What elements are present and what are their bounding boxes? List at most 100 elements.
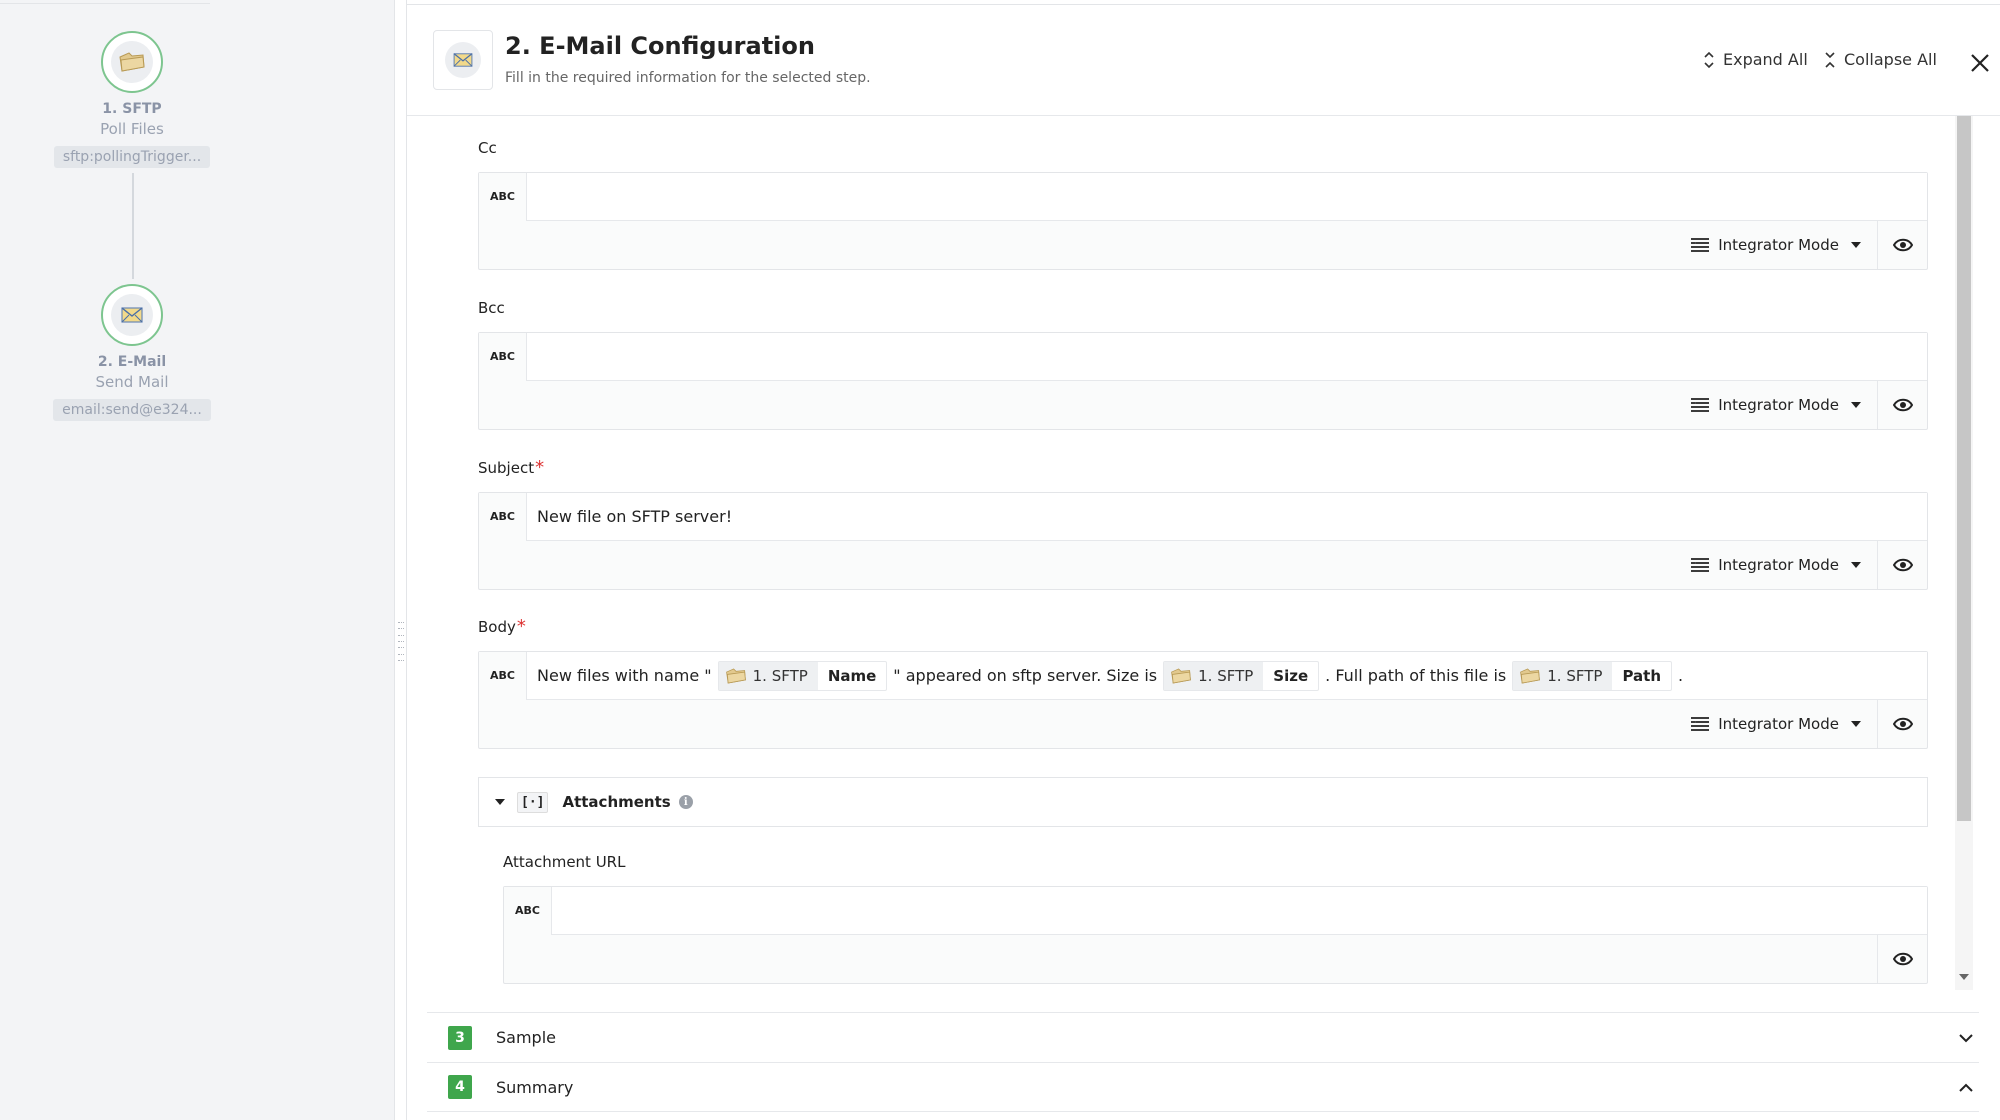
reference-source-label: 1. SFTP — [1198, 666, 1254, 685]
cc-label: Cc — [478, 139, 497, 157]
body-field: Body* ABC New files with name " 1. SFTP … — [478, 616, 1928, 749]
vertical-scrollbar[interactable] — [1955, 116, 1973, 990]
reference-source: 1. SFTP — [1513, 661, 1613, 690]
reference-key: Size — [1273, 666, 1309, 685]
scrollbar-thumb[interactable] — [1957, 116, 1971, 821]
step-number-badge: 4 — [448, 1075, 472, 1099]
mapping-reference-chip[interactable]: 1. SFTP Path — [1512, 660, 1673, 691]
preview-button[interactable] — [1877, 221, 1927, 269]
body-field-box: ABC New files with name " 1. SFTP Name "… — [478, 651, 1928, 749]
type-badge: ABC — [479, 172, 527, 221]
body-text-segment: New files with name " — [537, 666, 712, 685]
chevron-down-icon — [1851, 242, 1861, 248]
flow-node-sftp[interactable]: 1. SFTP Poll Files sftp:pollingTrigger..… — [32, 31, 232, 168]
attachments-group-header[interactable]: [·] Attachments i — [478, 777, 1928, 827]
reference-source-label: 1. SFTP — [1547, 666, 1603, 685]
flow-panel: 1. SFTP Poll Files sftp:pollingTrigger..… — [0, 0, 395, 1120]
integrator-mode-dropdown[interactable]: Integrator Mode — [1674, 396, 1877, 414]
mode-label: Integrator Mode — [1718, 236, 1839, 254]
section-sample[interactable]: 3 Sample — [427, 1012, 1979, 1062]
cc-input[interactable]: ABC — [479, 172, 1927, 221]
envelope-icon — [111, 294, 153, 336]
folder-icon — [1171, 667, 1191, 684]
section-summary[interactable]: 4 Summary — [427, 1062, 1979, 1112]
folder-icon — [1520, 667, 1541, 684]
preview-button[interactable] — [1877, 700, 1927, 748]
mapping-reference-chip[interactable]: 1. SFTP Size — [1163, 660, 1320, 691]
type-badge: ABC — [479, 651, 527, 700]
subject-input[interactable]: ABC New file on SFTP server! — [479, 492, 1927, 541]
chevron-down-icon[interactable] — [1957, 1029, 1975, 1047]
folder-icon — [111, 41, 153, 83]
flow-node-email[interactable]: 2. E-Mail Send Mail email:send@e324... — [32, 284, 232, 421]
chevron-down-icon — [1851, 562, 1861, 568]
collapse-icon — [1825, 51, 1835, 68]
eye-icon — [1892, 558, 1913, 572]
cc-field-box: ABC Integrator Mode — [478, 172, 1928, 270]
attachment-url-field-box: ABC — [503, 886, 1928, 984]
bcc-label: Bcc — [478, 299, 505, 317]
eye-icon — [1892, 952, 1913, 966]
attachments-title: Attachments — [562, 793, 671, 811]
subject-label: Subject* — [478, 457, 1928, 479]
list-lines-icon — [1691, 238, 1710, 252]
config-header: 2. E-Mail Configuration Fill in the requ… — [407, 8, 2000, 116]
body-text-segment: . Full path of this file is — [1325, 666, 1507, 685]
flow-connector-line — [132, 173, 134, 279]
integrator-mode-dropdown[interactable]: Integrator Mode — [1674, 715, 1877, 733]
eye-icon — [1892, 398, 1913, 412]
collapse-all-button[interactable]: Collapse All — [1824, 50, 1937, 69]
required-marker: * — [516, 616, 526, 637]
subject-tools: Integrator Mode — [1674, 541, 1927, 589]
type-badge: ABC — [479, 492, 527, 541]
expand-icon — [1704, 51, 1714, 68]
folder-icon — [725, 667, 746, 684]
mapping-reference-chip[interactable]: 1. SFTP Name — [717, 660, 888, 691]
preview-button[interactable] — [1877, 935, 1927, 983]
page-subtitle: Fill in the required information for the… — [505, 70, 871, 86]
list-lines-icon — [1691, 398, 1710, 412]
integrator-mode-dropdown[interactable]: Integrator Mode — [1674, 236, 1877, 254]
node-circle — [101, 31, 163, 93]
body-tools: Integrator Mode — [1674, 700, 1927, 748]
mode-label: Integrator Mode — [1718, 556, 1839, 574]
section-label: Summary — [496, 1077, 574, 1097]
subject-value: New file on SFTP server! — [537, 507, 733, 526]
mode-label: Integrator Mode — [1718, 715, 1839, 733]
reference-key: Path — [1622, 666, 1662, 685]
node-title: 1. SFTP — [102, 101, 162, 117]
top-divider — [407, 4, 2000, 5]
caret-down-icon[interactable] — [495, 799, 505, 805]
flow-panel-top-edge — [0, 0, 210, 4]
config-scroll-area[interactable]: Cc ABC Integrator Mode Bcc ABC Integrato… — [407, 116, 2000, 990]
reference-key: Name — [827, 666, 877, 685]
info-icon[interactable]: i — [678, 795, 693, 809]
required-marker: * — [535, 457, 545, 478]
subject-label-text: Subject — [478, 459, 535, 477]
subject-field: Subject* ABC New file on SFTP server! In… — [478, 457, 1928, 590]
cc-tools: Integrator Mode — [1674, 221, 1927, 269]
integrator-mode-dropdown[interactable]: Integrator Mode — [1674, 556, 1877, 574]
config-panel: 2. E-Mail Configuration Fill in the requ… — [406, 0, 2000, 1120]
bcc-field: Bcc ABC Integrator Mode — [478, 299, 1928, 430]
bcc-input[interactable]: ABC — [479, 332, 1927, 381]
preview-button[interactable] — [1877, 381, 1927, 429]
step-icon-box — [433, 30, 493, 90]
node-subtitle: Send Mail — [95, 373, 169, 391]
panel-resize-handle[interactable] — [398, 622, 404, 662]
node-component-pill: sftp:pollingTrigger... — [53, 146, 211, 168]
attachment-url-input[interactable]: ABC — [504, 886, 1927, 935]
preview-button[interactable] — [1877, 541, 1927, 589]
chevron-up-icon[interactable] — [1957, 1079, 1975, 1097]
close-icon[interactable] — [1969, 52, 1991, 74]
body-input[interactable]: ABC New files with name " 1. SFTP Name "… — [479, 651, 1927, 700]
node-component-pill: email:send@e324... — [53, 399, 211, 421]
eye-icon — [1892, 238, 1913, 252]
array-icon: [·] — [517, 791, 549, 813]
body-label-text: Body — [478, 618, 516, 636]
bcc-tools: Integrator Mode — [1674, 381, 1927, 429]
scroll-down-arrow-icon[interactable] — [1959, 974, 1969, 980]
reference-source-label: 1. SFTP — [752, 666, 808, 685]
expand-all-button[interactable]: Expand All — [1703, 50, 1808, 69]
eye-icon — [1892, 717, 1913, 731]
